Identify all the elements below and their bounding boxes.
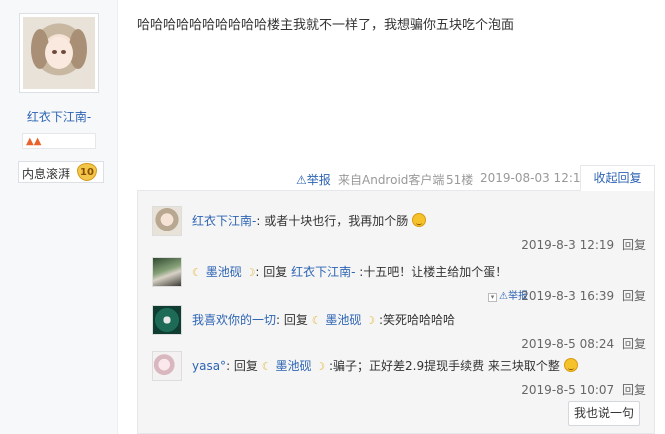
reply-meta: 2019-8-3 16:39 回复 bbox=[521, 287, 646, 304]
add-comment-button[interactable]: 我也说一句 bbox=[568, 401, 640, 426]
reply-button[interactable]: 回复 bbox=[622, 238, 646, 252]
reply-meta: 2019-8-5 10:07 回复 bbox=[521, 381, 646, 398]
author-sidebar: 红衣下江南- ▲▲ 内息滚湃 10 bbox=[0, 0, 118, 434]
crescent-moon-icon: ☾ bbox=[192, 266, 202, 279]
rank-name: 内息滚湃 bbox=[22, 167, 71, 181]
avatar-eye-left bbox=[52, 50, 57, 54]
reply-meta: 2019-8-5 08:24 回复 bbox=[521, 335, 646, 352]
smiley-emoji-icon bbox=[563, 358, 578, 372]
reply-username[interactable]: 红衣下江南- bbox=[192, 214, 256, 228]
dropdown-icon[interactable]: ▾ bbox=[488, 293, 497, 302]
reply-text-line: 红衣下江南-: 或者十块也行，我再加个肠 bbox=[192, 212, 427, 229]
reply-avatar[interactable] bbox=[152, 305, 182, 335]
reply-thread: 红衣下江南-: 或者十块也行，我再加个肠 2019-8-3 12:19 回复 ☾… bbox=[137, 190, 655, 434]
user-level-bar: ▲▲ bbox=[22, 133, 96, 149]
post-source[interactable]: 来自Android客户端 bbox=[338, 171, 444, 188]
report-label: 举报 bbox=[306, 173, 331, 187]
reply-time: 2019-8-3 12:19 bbox=[521, 238, 615, 252]
avatar-image bbox=[23, 17, 95, 89]
reply-word: : 回复 bbox=[276, 313, 308, 327]
reply-username[interactable]: 我喜欢你的一切 bbox=[192, 313, 276, 327]
reply-username[interactable]: 墨池砚 bbox=[206, 265, 242, 279]
post-content: 哈哈哈哈哈哈哈哈哈哈楼主我就不一样了，我想骗你五块吃个泡面 bbox=[137, 18, 515, 33]
reply-meta: 2019-8-3 12:19 回复 bbox=[521, 236, 646, 253]
avatar-eye-right bbox=[61, 50, 66, 54]
reply-username[interactable]: yasa° bbox=[192, 359, 226, 373]
warning-triangle-icon: ⚠ bbox=[499, 291, 508, 302]
report-link[interactable]: ⚠举报 bbox=[296, 171, 331, 188]
post-floor: 51楼 bbox=[446, 173, 474, 187]
reply-word: : 回复 bbox=[226, 359, 258, 373]
post-time: 2019-08-03 12:18 bbox=[480, 171, 589, 185]
crescent-moon-icon: ☽ bbox=[315, 360, 326, 373]
reply-avatar[interactable] bbox=[152, 351, 182, 381]
reply-text: :笑死哈哈哈哈 bbox=[375, 313, 455, 327]
smiley-emoji-icon bbox=[412, 213, 427, 227]
reply-word: : 回复 bbox=[255, 265, 288, 279]
reply-target-username[interactable]: 墨池砚 bbox=[275, 359, 311, 373]
crescent-moon-icon: ☽ bbox=[245, 266, 256, 279]
reply-time: 2019-8-5 08:24 bbox=[521, 337, 615, 351]
crescent-moon-icon: ☾ bbox=[311, 314, 322, 327]
flame-icon: ▲▲ bbox=[26, 136, 42, 147]
warning-triangle-icon: ⚠ bbox=[296, 173, 307, 187]
reply-text-line: yasa°: 回复 ☾ 墨池砚 ☽ :骗子；正好差2.9提现手续费 来三块取个整 bbox=[192, 357, 578, 374]
reply-button[interactable]: 回复 bbox=[622, 289, 646, 303]
reply-target-username[interactable]: 墨池砚 bbox=[325, 313, 361, 327]
reply-time: 2019-8-5 10:07 bbox=[521, 383, 615, 397]
rank-badge[interactable]: 内息滚湃 10 bbox=[18, 161, 104, 183]
reply-button[interactable]: 回复 bbox=[622, 337, 646, 351]
reply-time: 2019-8-3 16:39 bbox=[521, 289, 615, 303]
reply-text: :骗子；正好差2.9提现手续费 来三块取个整 bbox=[325, 359, 560, 373]
avatar-face bbox=[45, 37, 73, 69]
reply-text: :十五吧！让楼主给加个蛋！ bbox=[355, 265, 508, 279]
reply-avatar[interactable] bbox=[152, 257, 182, 287]
reply-text-line: ☾ 墨池砚 ☽: 回复 红衣下江南- :十五吧！让楼主给加个蛋！ bbox=[192, 263, 507, 280]
author-avatar[interactable] bbox=[19, 13, 99, 93]
author-username[interactable]: 红衣下江南- bbox=[0, 108, 118, 125]
reply-text: : 或者十块也行，我再加个肠 bbox=[256, 214, 409, 228]
reply-button[interactable]: 回复 bbox=[622, 383, 646, 397]
collapse-replies-button[interactable]: 收起回复 bbox=[580, 165, 655, 191]
rank-level-icon: 10 bbox=[77, 163, 97, 181]
crescent-moon-icon: ☾ bbox=[261, 360, 272, 373]
reply-avatar[interactable] bbox=[152, 206, 182, 236]
reply-target-username[interactable]: 红衣下江南- bbox=[291, 265, 355, 279]
crescent-moon-icon: ☽ bbox=[365, 314, 376, 327]
reply-text-line: 我喜欢你的一切: 回复 ☾ 墨池砚 ☽ :笑死哈哈哈哈 bbox=[192, 311, 455, 328]
